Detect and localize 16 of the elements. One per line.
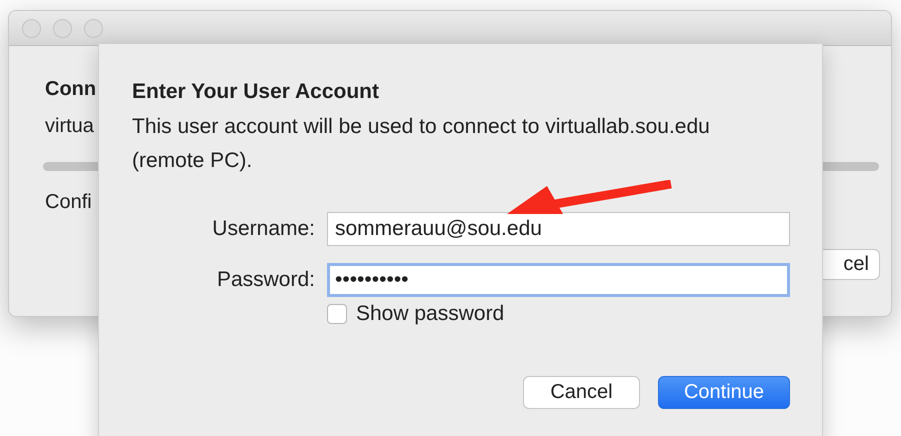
close-button[interactable] xyxy=(22,18,41,38)
field-label: Password: xyxy=(216,268,315,292)
minimize-button[interactable] xyxy=(53,18,72,38)
cancel-button[interactable]: Cancel xyxy=(523,376,640,409)
checkbox[interactable] xyxy=(327,304,347,324)
description: This user account will be used to connect to virtuallab.sou.edu (remote PC). xyxy=(132,114,711,174)
zoom-button[interactable] xyxy=(84,18,103,38)
heading: Conn xyxy=(45,78,96,101)
input-field[interactable]: sommerauu@sou.edu xyxy=(327,212,790,246)
continue-button[interactable]: Continue xyxy=(658,376,790,409)
status-text: Confi xyxy=(45,191,92,214)
checkbox-label[interactable]: Show password xyxy=(356,302,504,326)
input-field[interactable]: •••••••••• xyxy=(327,263,790,297)
field-label: Username: xyxy=(211,217,315,241)
host-text: virtua xyxy=(45,115,94,138)
sheet-title: Enter Your User Account xyxy=(132,80,380,104)
